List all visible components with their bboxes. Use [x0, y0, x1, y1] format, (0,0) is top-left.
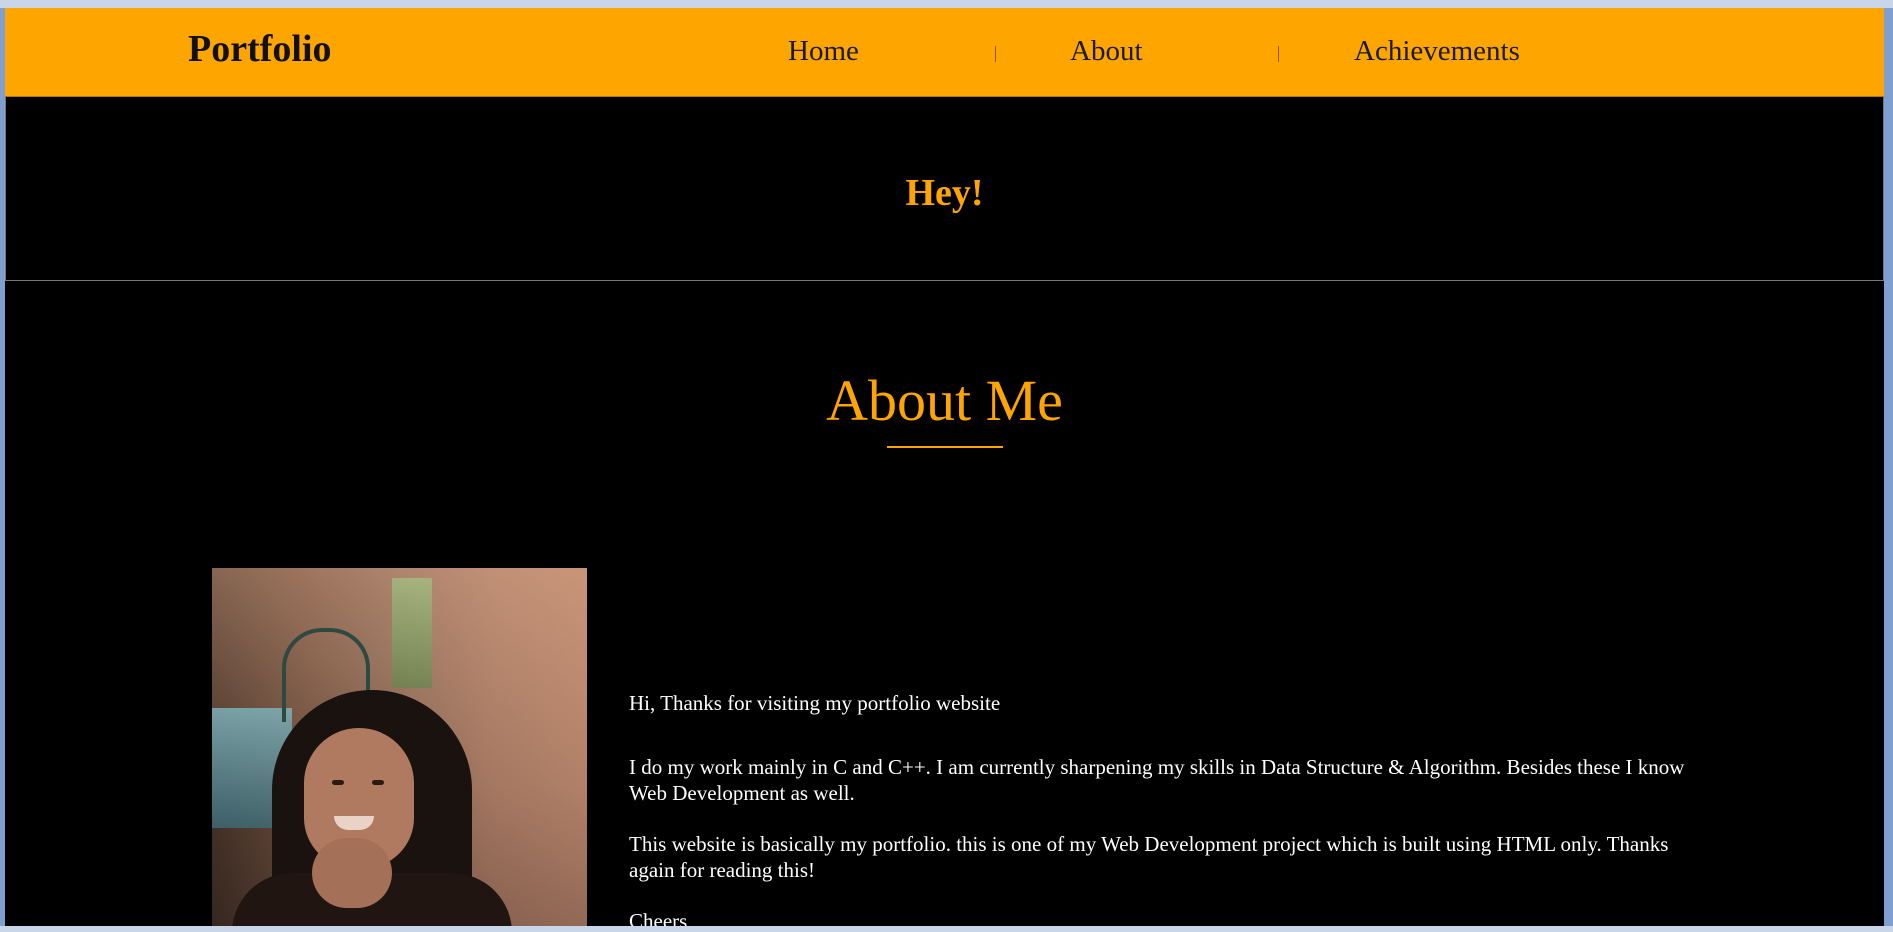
nav-link-achievements[interactable]: Achievements: [1354, 37, 1520, 66]
about-title: About Me: [826, 368, 1063, 433]
hero-section: Hey!: [5, 97, 1884, 281]
page-viewport: Portfolio Home About Achievements Hey! A…: [5, 8, 1884, 926]
about-paragraph: I do my work mainly in C and C++. I am c…: [629, 755, 1685, 805]
about-title-underline: [887, 446, 1003, 448]
window-top-border: [0, 0, 1893, 8]
nav-link-home[interactable]: Home: [788, 37, 859, 66]
nav-link-about[interactable]: About: [1070, 37, 1143, 66]
profile-photo: [212, 568, 587, 926]
photo-eye: [332, 780, 344, 785]
about-paragraph: Hi, Thanks for visiting my portfolio web…: [629, 691, 1001, 715]
photo-lamp: [392, 578, 432, 688]
nav-separator: [1278, 46, 1279, 62]
nav-separator: [995, 46, 996, 62]
photo-eye: [372, 780, 384, 785]
window-bottom-border: [0, 926, 1893, 932]
about-paragraph: This website is basically my portfolio. …: [629, 832, 1669, 882]
about-text: Hi, Thanks for visiting my portfolio web…: [629, 690, 1689, 926]
navbar: Portfolio Home About Achievements: [5, 8, 1884, 97]
hero-greeting: Hey!: [905, 172, 984, 214]
brand-title: Portfolio: [188, 28, 332, 70]
photo-hand: [312, 838, 392, 908]
about-paragraph: Cheers,: [629, 909, 693, 926]
